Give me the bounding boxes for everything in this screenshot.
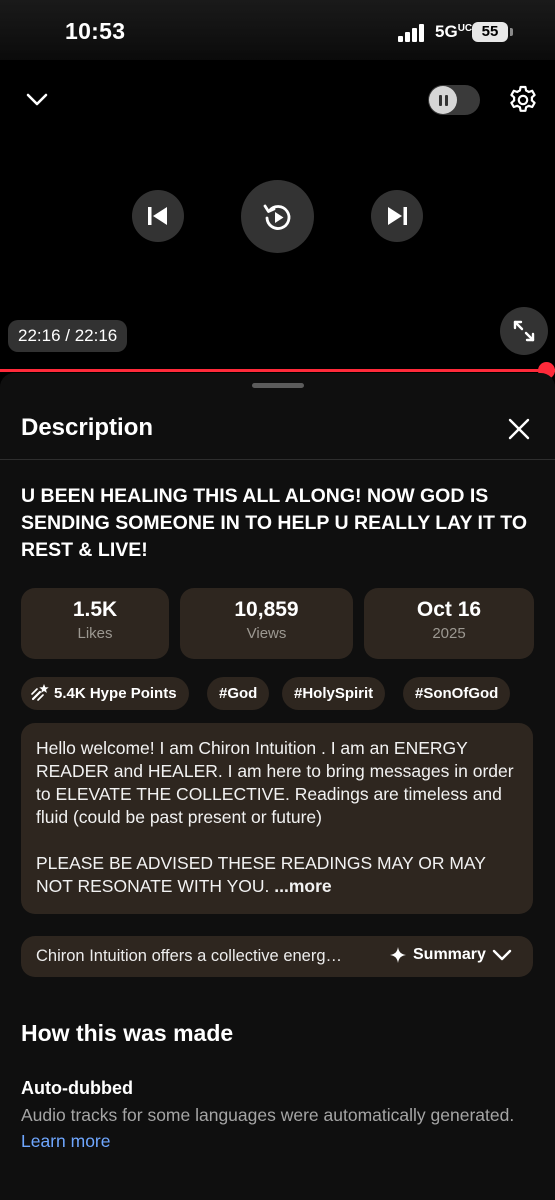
year-label: 2025 <box>432 625 466 642</box>
sheet-title: Description <box>21 414 154 441</box>
previous-button[interactable] <box>132 190 184 242</box>
autoplay-toggle[interactable] <box>428 85 480 115</box>
status-bar: 10:53 5GUC 55 <box>0 0 555 60</box>
skip-next-icon <box>388 207 407 225</box>
summary-bar[interactable]: Chiron Intuition offers a collective ene… <box>21 936 533 977</box>
views-value: 10,859 <box>234 598 299 621</box>
battery-tip <box>510 28 513 36</box>
auto-dubbed-text: Audio tracks for some languages were aut… <box>21 1105 515 1125</box>
next-button[interactable] <box>371 190 423 242</box>
description-sheet: Description U BEEN HEALING THIS ALL ALON… <box>0 373 555 1200</box>
sparkle-icon <box>390 947 406 963</box>
skip-previous-icon <box>148 207 167 225</box>
date-stat: Oct 16 2025 <box>364 588 534 659</box>
fullscreen-icon <box>513 320 535 342</box>
date-value: Oct 16 <box>416 598 482 621</box>
description-box[interactable]: Hello welcome! I am Chiron Intuition . I… <box>21 723 533 914</box>
auto-dubbed-title: Auto-dubbed <box>21 1078 133 1098</box>
chevron-down-icon <box>492 949 512 961</box>
how-made-heading: How this was made <box>21 1020 234 1046</box>
video-player[interactable]: 22:16 / 22:16 <box>0 60 555 372</box>
signal-icon <box>398 24 424 42</box>
video-title: U BEEN HEALING THIS ALL ALONG! NOW GOD I… <box>21 485 528 561</box>
battery-icon: 55 <box>472 22 508 42</box>
progress-bar[interactable] <box>0 369 555 372</box>
network-label: 5GUC <box>435 22 473 41</box>
likes-value: 1.5K <box>72 598 118 621</box>
auto-dubbed-description: Audio tracks for some languages were aut… <box>21 1102 521 1154</box>
views-label: Views <box>246 625 287 642</box>
pause-icon <box>429 86 457 114</box>
hype-label: 5.4K Hype Points <box>54 685 177 702</box>
summary-button[interactable]: Summary <box>389 946 518 964</box>
replay-button[interactable] <box>241 180 314 253</box>
likes-stat[interactable]: 1.5K Likes <box>21 588 169 659</box>
description-para2: PLEASE BE ADVISED THESE READINGS MAY OR … <box>36 852 518 898</box>
drag-handle[interactable] <box>252 383 304 388</box>
close-icon[interactable] <box>507 417 531 441</box>
hype-chip[interactable]: 5.4K Hype Points <box>21 677 189 710</box>
views-stat: 10,859 Views <box>180 588 353 659</box>
replay-icon <box>263 204 290 230</box>
description-para2-text: PLEASE BE ADVISED THESE READINGS MAY OR … <box>36 853 486 896</box>
likes-label: Likes <box>77 625 113 642</box>
divider <box>0 459 555 460</box>
hashtag-chip-holyspirit[interactable]: #HolySpirit <box>282 677 386 710</box>
summary-button-label: Summary <box>413 946 486 963</box>
more-link[interactable]: ...more <box>274 876 331 896</box>
minimize-chevron-icon[interactable] <box>24 86 50 112</box>
hashtag-chip-god[interactable]: #God <box>207 677 270 710</box>
time-display: 22:16 / 22:16 <box>8 320 128 352</box>
fullscreen-button[interactable] <box>500 307 548 355</box>
summary-text: Chiron Intuition offers a collective ene… <box>36 947 343 965</box>
gear-icon[interactable] <box>507 84 539 116</box>
status-time: 10:53 <box>65 18 126 44</box>
hype-icon <box>31 684 49 701</box>
description-para1: Hello welcome! I am Chiron Intuition . I… <box>36 738 514 827</box>
network-sup-label: UC <box>457 23 473 34</box>
learn-more-link[interactable]: Learn more <box>21 1131 111 1151</box>
screen: 10:53 5GUC 55 22:16 / 22:16 Description … <box>0 0 555 1200</box>
hashtag-chip-sonofgod[interactable]: #SonOfGod <box>403 677 511 710</box>
